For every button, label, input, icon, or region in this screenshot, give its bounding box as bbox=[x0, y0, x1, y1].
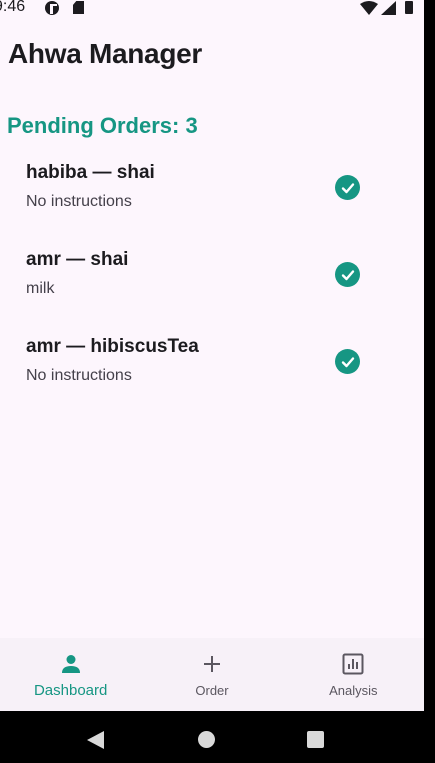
nav-item-analysis[interactable]: Analysis bbox=[283, 638, 424, 711]
sd-card-icon bbox=[73, 1, 84, 14]
nav-item-dashboard[interactable]: Dashboard bbox=[0, 638, 141, 711]
plus-icon bbox=[200, 652, 224, 676]
list-item: amr — hibiscusTea No instructions bbox=[0, 324, 424, 411]
pending-orders-count: Pending Orders: 3 bbox=[7, 113, 198, 138]
status-time: 9:46 bbox=[0, 0, 26, 15]
person-icon bbox=[59, 652, 83, 676]
order-instructions: milk bbox=[26, 280, 55, 297]
recents-icon[interactable] bbox=[307, 731, 324, 748]
wifi-icon bbox=[360, 1, 378, 15]
status-bar: 9:46 bbox=[0, 0, 424, 20]
nav-label-analysis: Analysis bbox=[329, 683, 378, 698]
order-instructions: No instructions bbox=[26, 193, 132, 210]
page-title: Ahwa Manager bbox=[8, 38, 202, 69]
nav-item-order[interactable]: Order bbox=[141, 638, 282, 711]
signal-icon bbox=[381, 1, 396, 15]
check-icon bbox=[341, 356, 354, 367]
battery-icon bbox=[405, 1, 413, 14]
order-title: amr — shai bbox=[26, 249, 129, 270]
analytics-icon bbox=[341, 652, 365, 676]
home-icon[interactable] bbox=[198, 731, 215, 748]
nav-label-dashboard: Dashboard bbox=[33, 682, 108, 699]
bottom-navigation: Dashboard Order Analysis bbox=[0, 638, 424, 711]
list-item: habiba — shai No instructions bbox=[0, 150, 424, 237]
nav-label-order: Order bbox=[195, 683, 229, 698]
order-instructions: No instructions bbox=[26, 367, 132, 384]
back-icon[interactable] bbox=[87, 731, 104, 749]
screen-edge bbox=[424, 0, 435, 711]
list-item: amr — shai milk bbox=[0, 237, 424, 324]
check-icon bbox=[341, 269, 354, 280]
complete-order-button[interactable] bbox=[335, 175, 360, 200]
check-icon bbox=[341, 182, 354, 193]
order-list: habiba — shai No instructions amr — shai… bbox=[0, 150, 424, 411]
app-notification-icon bbox=[45, 1, 59, 15]
order-title: habiba — shai bbox=[26, 162, 155, 183]
order-title: amr — hibiscusTea bbox=[26, 336, 199, 357]
complete-order-button[interactable] bbox=[335, 262, 360, 287]
system-navigation-bar bbox=[0, 711, 435, 763]
app-screen: 9:46 Ahwa Manager Pending Orders: 3 habi… bbox=[0, 0, 424, 711]
complete-order-button[interactable] bbox=[335, 349, 360, 374]
